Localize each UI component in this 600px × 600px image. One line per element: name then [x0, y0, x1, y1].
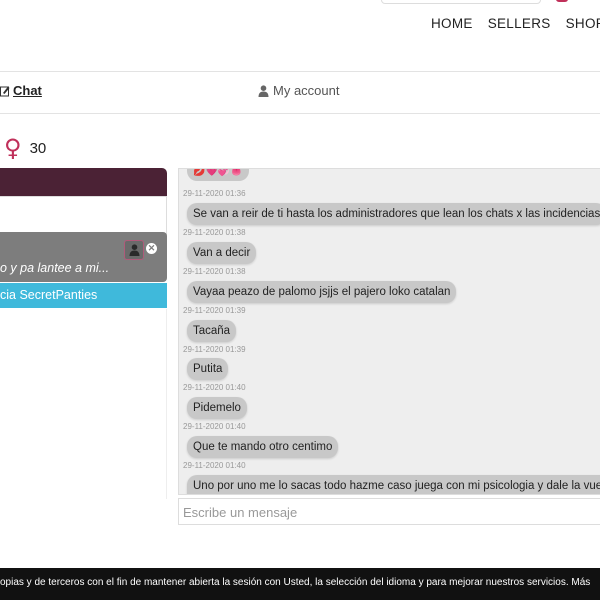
tab-my-account[interactable]: My account	[258, 83, 339, 98]
message-timestamp: 29-11-2020 01:40	[183, 461, 246, 470]
contacts-header	[0, 168, 167, 196]
profile-summary: ♀ 30	[4, 136, 46, 160]
message-bubble: Vayaa peazo de palomo jsjjs el pajero lo…	[187, 281, 457, 303]
message-timestamp: 29-11-2020 01:39	[183, 345, 246, 354]
user-icon	[129, 244, 139, 256]
message-timestamp: 29-11-2020 01:36	[183, 189, 246, 198]
message-input[interactable]	[183, 503, 600, 521]
contact-item[interactable]: ✕ o y pa lantee a mi...	[0, 232, 167, 282]
message-bubble: Putita	[187, 358, 229, 380]
message-timestamp: 29-11-2020 01:40	[183, 422, 246, 431]
message-bubble: Que te mando otro centimo	[187, 436, 339, 458]
message-bubble: Pidemelo	[187, 397, 247, 419]
contact-agency-item[interactable]: cia SecretPanties	[0, 283, 167, 308]
tabs-divider-bottom	[0, 113, 600, 114]
emoji-message: 💋💗💞👅	[187, 169, 249, 181]
main-nav: HOME SELLERS SHOP	[431, 16, 600, 31]
cookie-text: opias y de terceros con el fin de manten…	[0, 577, 591, 588]
message-bubble: Uno por uno me lo sacas todo hazme caso …	[187, 475, 600, 494]
nav-home[interactable]: HOME	[431, 16, 473, 31]
cart-icon[interactable]	[556, 0, 568, 2]
user-icon	[258, 84, 269, 97]
nav-sellers[interactable]: SELLERS	[488, 16, 551, 31]
message-composer	[178, 498, 600, 525]
cookie-banner: opias y de terceros con el fin de manten…	[0, 568, 600, 600]
message-timestamp: 29-11-2020 01:38	[183, 228, 246, 237]
message-bubble: Van a decir	[187, 242, 257, 264]
message-timestamp: 29-11-2020 01:40	[183, 383, 246, 392]
female-icon: ♀	[4, 134, 22, 162]
nav-shop[interactable]: SHOP	[566, 16, 600, 31]
message-timestamp: 29-11-2020 01:39	[183, 306, 246, 315]
close-icon[interactable]: ✕	[146, 243, 157, 254]
message-bubble: Tacaña	[187, 320, 237, 342]
tab-my-account-label: My account	[273, 83, 340, 98]
tabs-divider-top	[0, 71, 600, 72]
contacts-panel: ✕ o y pa lantee a mi... cia SecretPantie…	[0, 168, 167, 508]
contacts-border-lower	[166, 309, 167, 499]
header-search-field[interactable]	[381, 0, 541, 4]
site-header: HOME SELLERS SHOP	[0, 0, 600, 70]
tab-chat-label: Chat	[13, 83, 42, 98]
contacts-divider	[0, 196, 167, 197]
edit-icon	[0, 86, 10, 96]
chat-messages[interactable]: 💋💗💞👅 29-11-2020 01:36 Se van a reir de t…	[178, 168, 600, 495]
avatar	[124, 240, 144, 260]
message-bubble: Se van a reir de ti hasta los administra…	[187, 203, 600, 225]
message-timestamp: 29-11-2020 01:38	[183, 267, 246, 276]
profile-age: 30	[29, 139, 47, 157]
tab-chat[interactable]: Chat	[0, 83, 42, 98]
contact-last-message: o y pa lantee a mi...	[0, 261, 110, 275]
page: HOME SELLERS SHOP Chat My account ♀ 30	[0, 0, 600, 600]
